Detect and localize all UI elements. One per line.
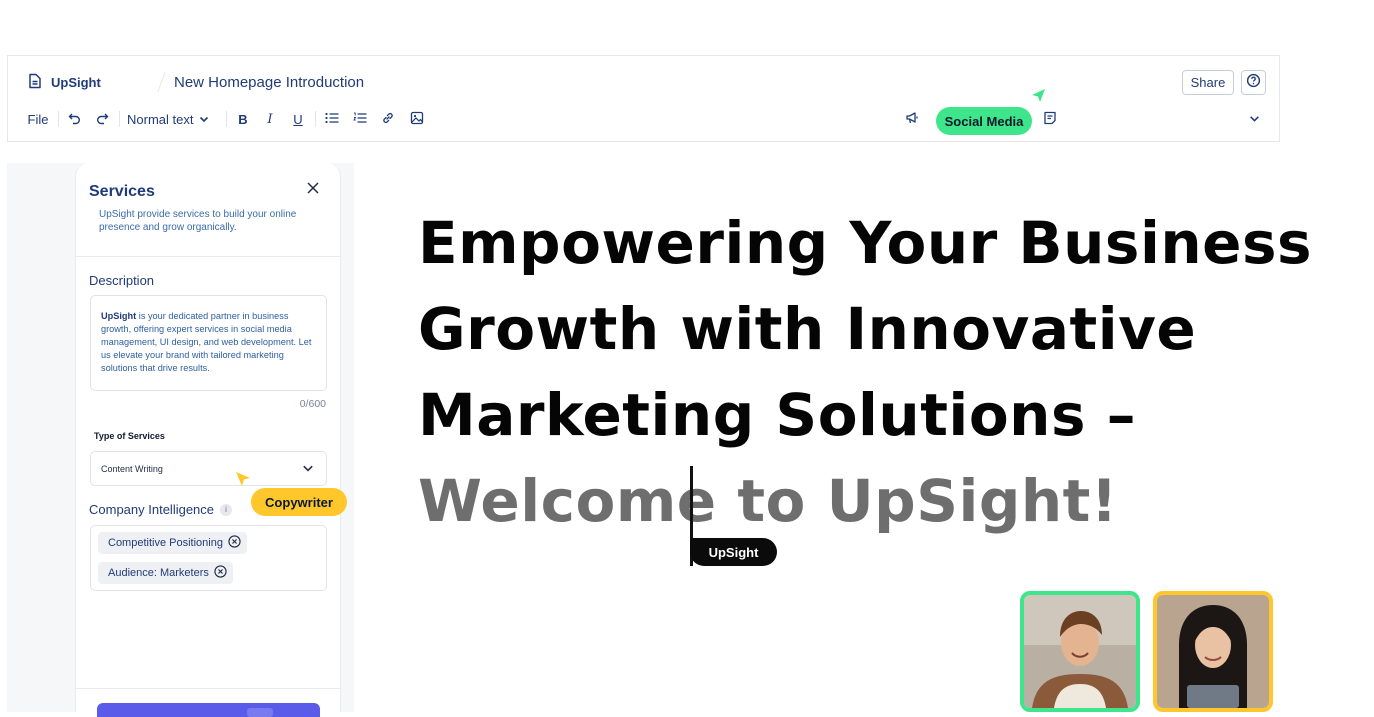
info-icon[interactable]: i: [220, 503, 233, 516]
megaphone-button[interactable]: [901, 108, 923, 130]
text-style-select[interactable]: Normal text: [127, 108, 219, 130]
editor-toolbar: UpSight New Homepage Introduction Share …: [7, 55, 1280, 142]
chevron-down-icon: [302, 462, 314, 476]
divider: [76, 688, 340, 689]
redo-icon: [95, 111, 109, 128]
notes-icon: [1043, 111, 1057, 128]
share-button[interactable]: Share: [1182, 70, 1234, 95]
document-title[interactable]: New Homepage Introduction: [174, 74, 364, 91]
woman-portrait-icon: [1157, 595, 1269, 708]
primary-action-button[interactable]: [97, 703, 320, 717]
company-intelligence-text: Company Intelligence: [89, 502, 215, 517]
remove-tag-icon[interactable]: [228, 535, 241, 551]
chevron-down-icon: [1249, 112, 1260, 127]
select-value: Content Writing: [101, 463, 163, 474]
italic-button[interactable]: I: [261, 108, 279, 130]
heading-line: Marketing Solutions –: [418, 381, 1137, 449]
bullet-list-button[interactable]: [322, 108, 342, 130]
bold-button[interactable]: B: [234, 108, 252, 130]
divider: [76, 256, 340, 257]
heading-line: Empowering Your Business: [418, 209, 1313, 277]
man-portrait-icon: [1024, 595, 1136, 708]
link-button[interactable]: [378, 108, 398, 130]
numbered-list-button[interactable]: [350, 108, 370, 130]
notes-button[interactable]: [1040, 108, 1060, 130]
undo-button[interactable]: [65, 108, 85, 130]
chevron-down-icon: [199, 112, 209, 127]
close-button[interactable]: [306, 181, 320, 200]
panel-title: Services: [89, 183, 155, 200]
avatar[interactable]: [1020, 591, 1140, 712]
document-icon: [27, 73, 43, 92]
company-intelligence-label: Company Intelligence i: [89, 502, 233, 517]
description-brand: UpSight: [101, 311, 137, 321]
file-menu[interactable]: File: [26, 108, 50, 130]
redo-button[interactable]: [92, 108, 112, 130]
bullet-list-icon: [325, 112, 339, 127]
button-icon: [247, 708, 273, 717]
brand[interactable]: UpSight: [27, 73, 101, 92]
heading-line: Growth with Innovative: [418, 295, 1197, 363]
text-style-label: Normal text: [127, 111, 194, 127]
help-icon: [1246, 73, 1261, 93]
type-of-services-select[interactable]: Content Writing: [90, 451, 327, 486]
divider: [226, 111, 227, 127]
tag-chip: Audience: Marketers: [98, 562, 233, 584]
tag-label: Audience: Marketers: [108, 567, 209, 579]
type-of-services-label: Type of Services: [94, 431, 165, 441]
image-icon: [410, 111, 424, 128]
underline-button[interactable]: U: [289, 108, 307, 130]
character-count: 0/600: [299, 398, 326, 410]
divider: [315, 111, 316, 127]
undo-icon: [68, 111, 82, 128]
help-button[interactable]: [1241, 70, 1266, 95]
divider: [119, 111, 120, 127]
services-panel: Services UpSight provide services to bui…: [75, 163, 347, 717]
description-textarea[interactable]: UpSight is your dedicated partner in bus…: [90, 295, 327, 391]
copywriter-badge: Copywriter: [251, 488, 347, 516]
panel-subtitle: UpSight provide services to build your o…: [99, 209, 297, 233]
link-icon: [381, 111, 395, 128]
document-heading[interactable]: Empowering Your Business Growth with Inn…: [418, 200, 1358, 544]
tag-label: Competitive Positioning: [108, 537, 223, 549]
expand-toolbar-button[interactable]: [1244, 108, 1264, 130]
megaphone-icon: [905, 111, 920, 128]
remove-tag-icon[interactable]: [214, 565, 227, 581]
cursor-pointer-icon: [234, 470, 252, 493]
title-row: UpSight New Homepage Introduction Share: [8, 56, 1279, 108]
collaborator-cursor-label: UpSight: [690, 538, 777, 566]
brand-name: UpSight: [51, 75, 101, 90]
tags-field[interactable]: Competitive Positioning Audience: Market…: [90, 525, 327, 591]
avatar[interactable]: [1153, 591, 1273, 712]
divider: [58, 111, 59, 127]
close-icon: [306, 182, 320, 199]
social-media-badge[interactable]: Social Media: [936, 107, 1032, 135]
description-label: Description: [89, 273, 155, 288]
heading-line-suggested: Welcome to UpSight!: [418, 467, 1118, 535]
cursor-pointer-icon: [1029, 87, 1047, 110]
numbered-list-icon: [353, 112, 367, 127]
tag-chip: Competitive Positioning: [98, 532, 247, 554]
title-divider: [157, 72, 166, 92]
image-button[interactable]: [407, 108, 427, 130]
format-row: File Normal text B I U Social Media: [8, 89, 1279, 142]
